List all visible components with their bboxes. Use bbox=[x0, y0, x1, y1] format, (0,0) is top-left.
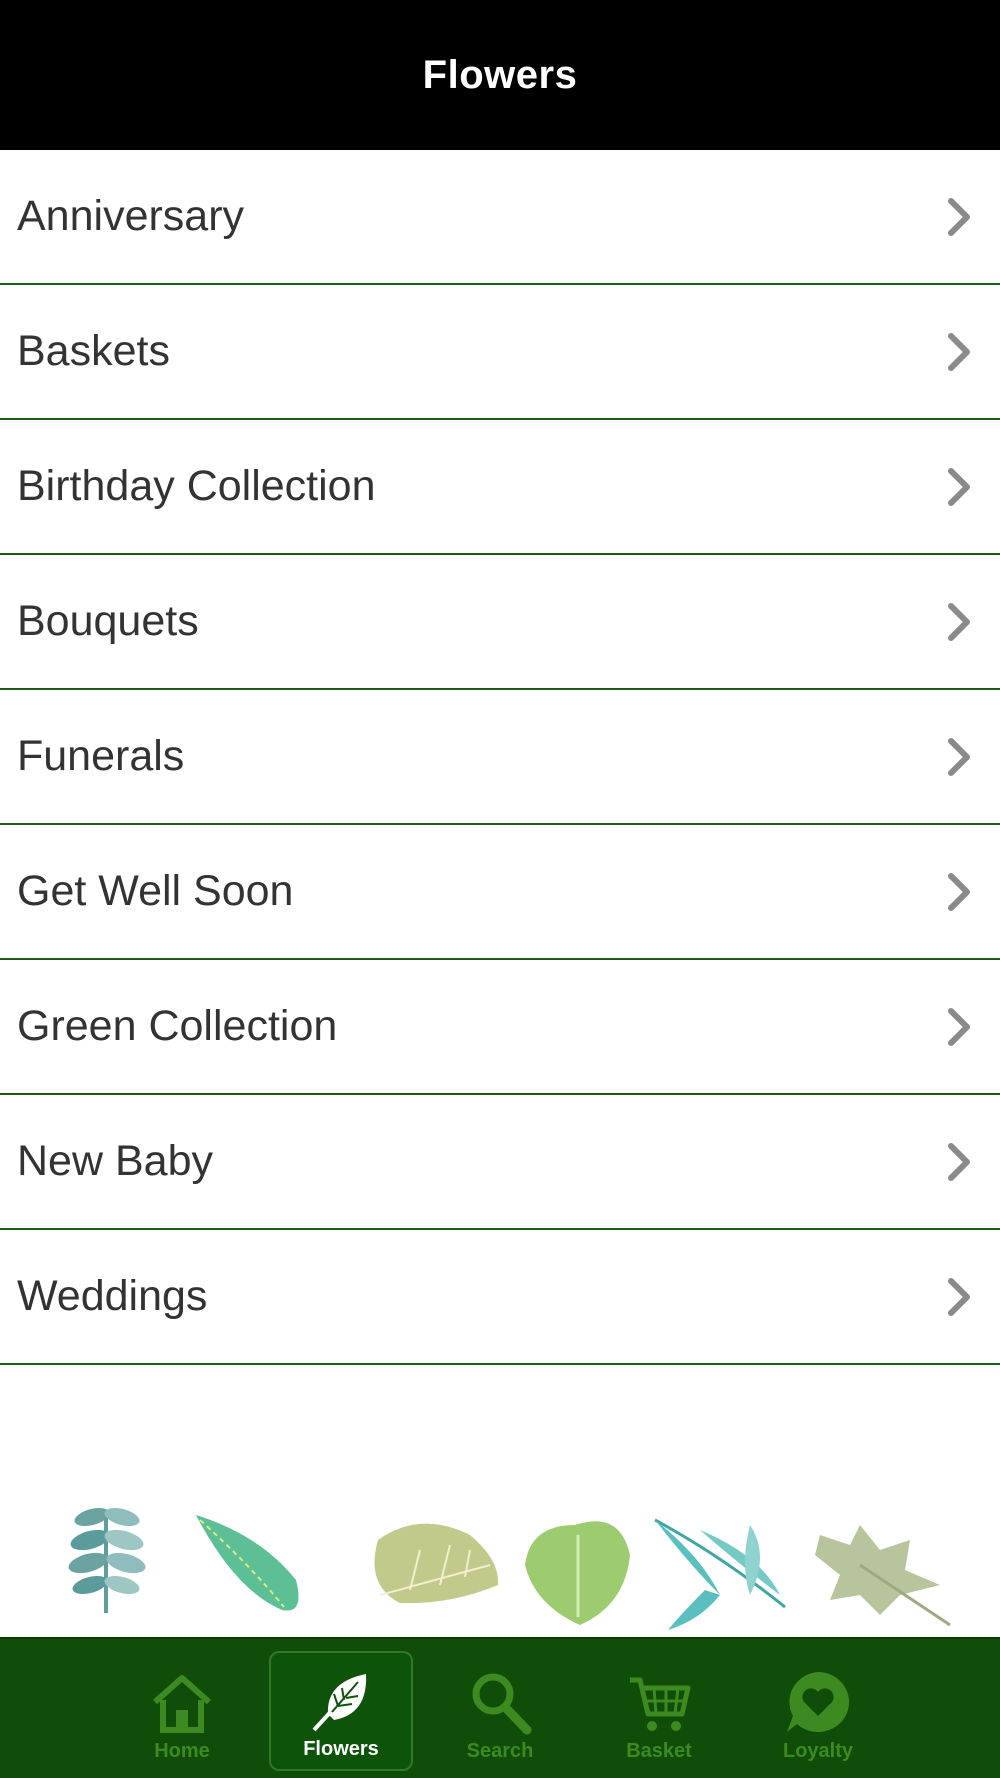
category-label: Anniversary bbox=[17, 192, 245, 240]
category-row-get-well-soon[interactable]: Get Well Soon bbox=[0, 825, 1000, 960]
category-row-funerals[interactable]: Funerals bbox=[0, 690, 1000, 825]
tab-loyalty[interactable]: Loyalty bbox=[746, 1651, 890, 1771]
chevron-right-icon bbox=[942, 332, 976, 372]
cart-icon bbox=[630, 1677, 691, 1731]
tab-flowers[interactable]: Flowers bbox=[269, 1651, 413, 1771]
beige-leaf-icon bbox=[374, 1523, 499, 1604]
category-row-green-collection[interactable]: Green Collection bbox=[0, 960, 1000, 1095]
category-label: Baskets bbox=[17, 327, 170, 375]
bottom-tab-bar: Home Flowers Search Basket Loyalty bbox=[0, 1637, 1000, 1778]
chevron-right-icon bbox=[942, 872, 976, 912]
tab-label: Loyalty bbox=[782, 1740, 854, 1762]
category-label: Birthday Collection bbox=[17, 462, 376, 510]
search-icon bbox=[472, 1673, 532, 1735]
category-row-weddings[interactable]: Weddings bbox=[0, 1230, 1000, 1365]
category-label: Green Collection bbox=[17, 1002, 338, 1050]
nav-header: Flowers bbox=[0, 0, 1000, 150]
category-label: Funerals bbox=[17, 732, 185, 780]
tab-search[interactable]: Search bbox=[428, 1651, 572, 1771]
chevron-right-icon bbox=[942, 467, 976, 507]
home-icon bbox=[153, 1675, 211, 1733]
category-row-new-baby[interactable]: New Baby bbox=[0, 1095, 1000, 1230]
category-row-birthday-collection[interactable]: Birthday Collection bbox=[0, 420, 1000, 555]
tab-label: Basket bbox=[626, 1740, 692, 1762]
chevron-right-icon bbox=[942, 737, 976, 777]
category-label: Get Well Soon bbox=[17, 867, 294, 915]
tab-label: Home bbox=[154, 1740, 210, 1762]
leaves-illustration bbox=[68, 1507, 951, 1630]
category-list: Anniversary Baskets Birthday Collection … bbox=[0, 150, 1000, 1365]
category-label: Weddings bbox=[17, 1272, 208, 1320]
chevron-right-icon bbox=[942, 1007, 976, 1047]
tab-label: Search bbox=[466, 1740, 534, 1762]
maple-leaf-icon bbox=[815, 1525, 951, 1627]
category-label: Bouquets bbox=[17, 597, 199, 645]
monstera-leaf-icon bbox=[525, 1521, 630, 1625]
heart-chat-icon bbox=[787, 1671, 850, 1732]
chevron-right-icon bbox=[942, 1277, 976, 1317]
category-row-bouquets[interactable]: Bouquets bbox=[0, 555, 1000, 690]
tab-label: Flowers bbox=[303, 1738, 379, 1760]
chevron-right-icon bbox=[942, 1142, 976, 1182]
leaf-icon bbox=[312, 1674, 367, 1732]
palm-leaf-icon bbox=[654, 1518, 786, 1630]
long-leaf-icon bbox=[196, 1515, 299, 1611]
fern-leaf-icon bbox=[68, 1507, 146, 1613]
chevron-right-icon bbox=[942, 602, 976, 642]
category-row-baskets[interactable]: Baskets bbox=[0, 285, 1000, 420]
category-label: New Baby bbox=[17, 1137, 213, 1185]
decorative-leaves-banner bbox=[0, 1495, 1000, 1635]
tab-home[interactable]: Home bbox=[110, 1651, 254, 1771]
page-title: Flowers bbox=[422, 52, 578, 97]
category-row-anniversary[interactable]: Anniversary bbox=[0, 150, 1000, 285]
chevron-right-icon bbox=[942, 197, 976, 237]
tab-basket[interactable]: Basket bbox=[587, 1651, 731, 1771]
